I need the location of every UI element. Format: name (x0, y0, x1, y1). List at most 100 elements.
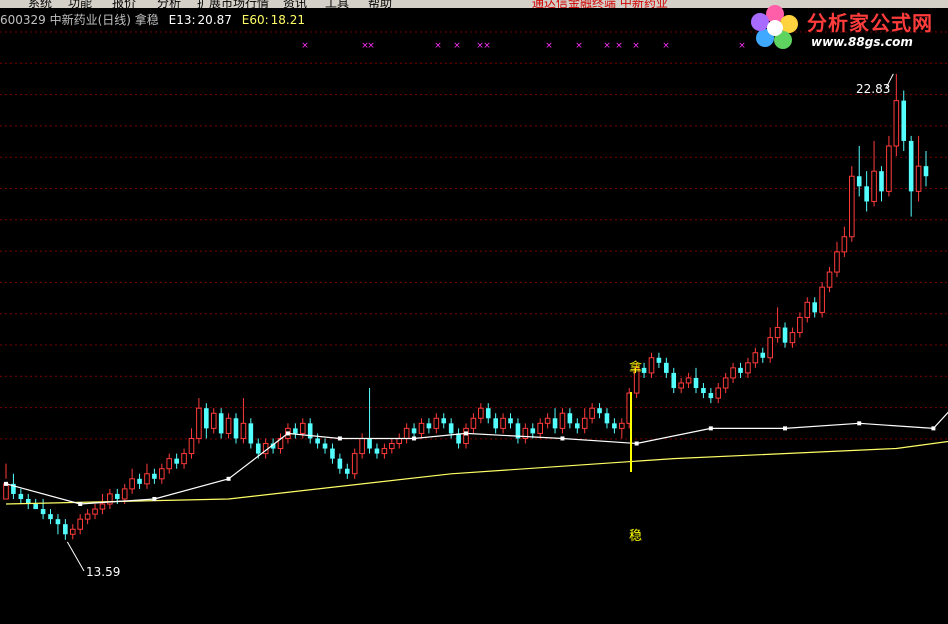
signal-marker: × (434, 41, 442, 51)
candle-body (915, 165, 922, 192)
candle-body (181, 453, 187, 465)
candle-body (767, 337, 773, 359)
candles (3, 73, 929, 540)
candle-body (530, 428, 536, 434)
candle-body (508, 418, 513, 424)
candle-body (293, 428, 298, 434)
annotations (66, 73, 894, 572)
candle-body (188, 437, 195, 455)
candle-body (374, 448, 380, 454)
candle-body (849, 175, 855, 238)
candle-body (396, 437, 403, 445)
e13-dot (708, 426, 713, 431)
e13-dot (285, 431, 290, 436)
candle-body (233, 418, 239, 439)
candle-body (730, 367, 736, 379)
signal-marker: × (575, 41, 583, 51)
candle-body (597, 408, 602, 414)
signal-marker: × (632, 41, 640, 51)
candle-body (359, 437, 365, 455)
e13-dot (783, 426, 788, 431)
candle-body (69, 528, 76, 535)
candle-body (40, 509, 46, 515)
candle-body (826, 271, 833, 288)
candle-body (656, 357, 662, 363)
candle-body (745, 362, 751, 374)
signal-marker: × (662, 41, 670, 51)
candle-body (500, 417, 506, 429)
e13-dot (4, 481, 8, 486)
candle-body (433, 417, 440, 429)
candle-body (760, 352, 766, 358)
candle-body (893, 100, 900, 147)
candle-body (604, 413, 610, 424)
candle-body (537, 422, 543, 434)
signal-label-bottom: 稳 (629, 529, 643, 544)
candle-body (478, 407, 484, 419)
candle-body (218, 413, 224, 434)
candle-body (255, 443, 261, 454)
candle-body (344, 468, 350, 474)
site-logo: 分析家公式网 www.88gs.com (745, 2, 945, 50)
e13-dot (226, 476, 231, 481)
signal-marker: × (367, 41, 375, 51)
signal-markers: × ×× × × × × × × × × × × × (301, 41, 746, 51)
grid-lines (0, 31, 948, 440)
candle-body (381, 448, 388, 455)
candle-body (3, 483, 9, 500)
candle-body (77, 518, 83, 530)
logo-name: 分析家公式网 (807, 11, 933, 35)
candle-body (671, 372, 677, 389)
candle-body (693, 377, 699, 389)
signal-marker: × (453, 41, 461, 51)
e13-line (5, 411, 948, 505)
candle-body (389, 443, 395, 450)
e13-dot (634, 441, 639, 446)
e13-dot (337, 436, 342, 441)
candle-body (92, 508, 98, 515)
candle-body (63, 524, 68, 535)
candle-body (544, 417, 551, 424)
candle-body (121, 488, 128, 500)
candle-body (567, 413, 573, 424)
low-pointer (66, 541, 85, 572)
candle-body (418, 422, 425, 434)
low-price-label: 13.59 (86, 565, 121, 579)
candle-body (574, 423, 580, 429)
candle-body (485, 408, 491, 419)
candle-body (441, 418, 447, 424)
candle-body (789, 332, 796, 344)
logo-url: www.88gs.com (811, 35, 913, 49)
candle-body (248, 423, 254, 444)
candle-body (411, 428, 417, 434)
candle-body (648, 357, 655, 374)
candle-body (819, 286, 825, 313)
candle-body (782, 327, 788, 343)
signal-marker: × (301, 41, 309, 51)
e13-dot (931, 426, 936, 431)
candle-body (701, 388, 706, 394)
candle-body (99, 503, 106, 510)
candlestick-chart[interactable]: × ×× × × × × × × × × × × × (0, 0, 948, 624)
candle-body (797, 316, 803, 334)
candle-body (752, 352, 759, 364)
candle-body (240, 422, 247, 439)
candle-body (196, 407, 202, 439)
candle-body (144, 473, 150, 485)
candle-body (33, 504, 38, 510)
candle-body (715, 387, 722, 399)
flower-logo-icon (751, 5, 798, 49)
candle-body (210, 412, 217, 429)
signal-marker: × (615, 41, 623, 51)
candle-body (619, 422, 625, 429)
candle-body (18, 493, 24, 499)
candle-body (403, 427, 410, 439)
candle-body (493, 418, 498, 429)
candle-body (722, 377, 729, 389)
signal-marker: × (483, 41, 491, 51)
candle-body (225, 417, 232, 434)
candle-body (901, 100, 907, 141)
candle-body (48, 514, 53, 520)
high-price-label: 22.83 (856, 82, 891, 96)
candle-body (204, 408, 209, 429)
